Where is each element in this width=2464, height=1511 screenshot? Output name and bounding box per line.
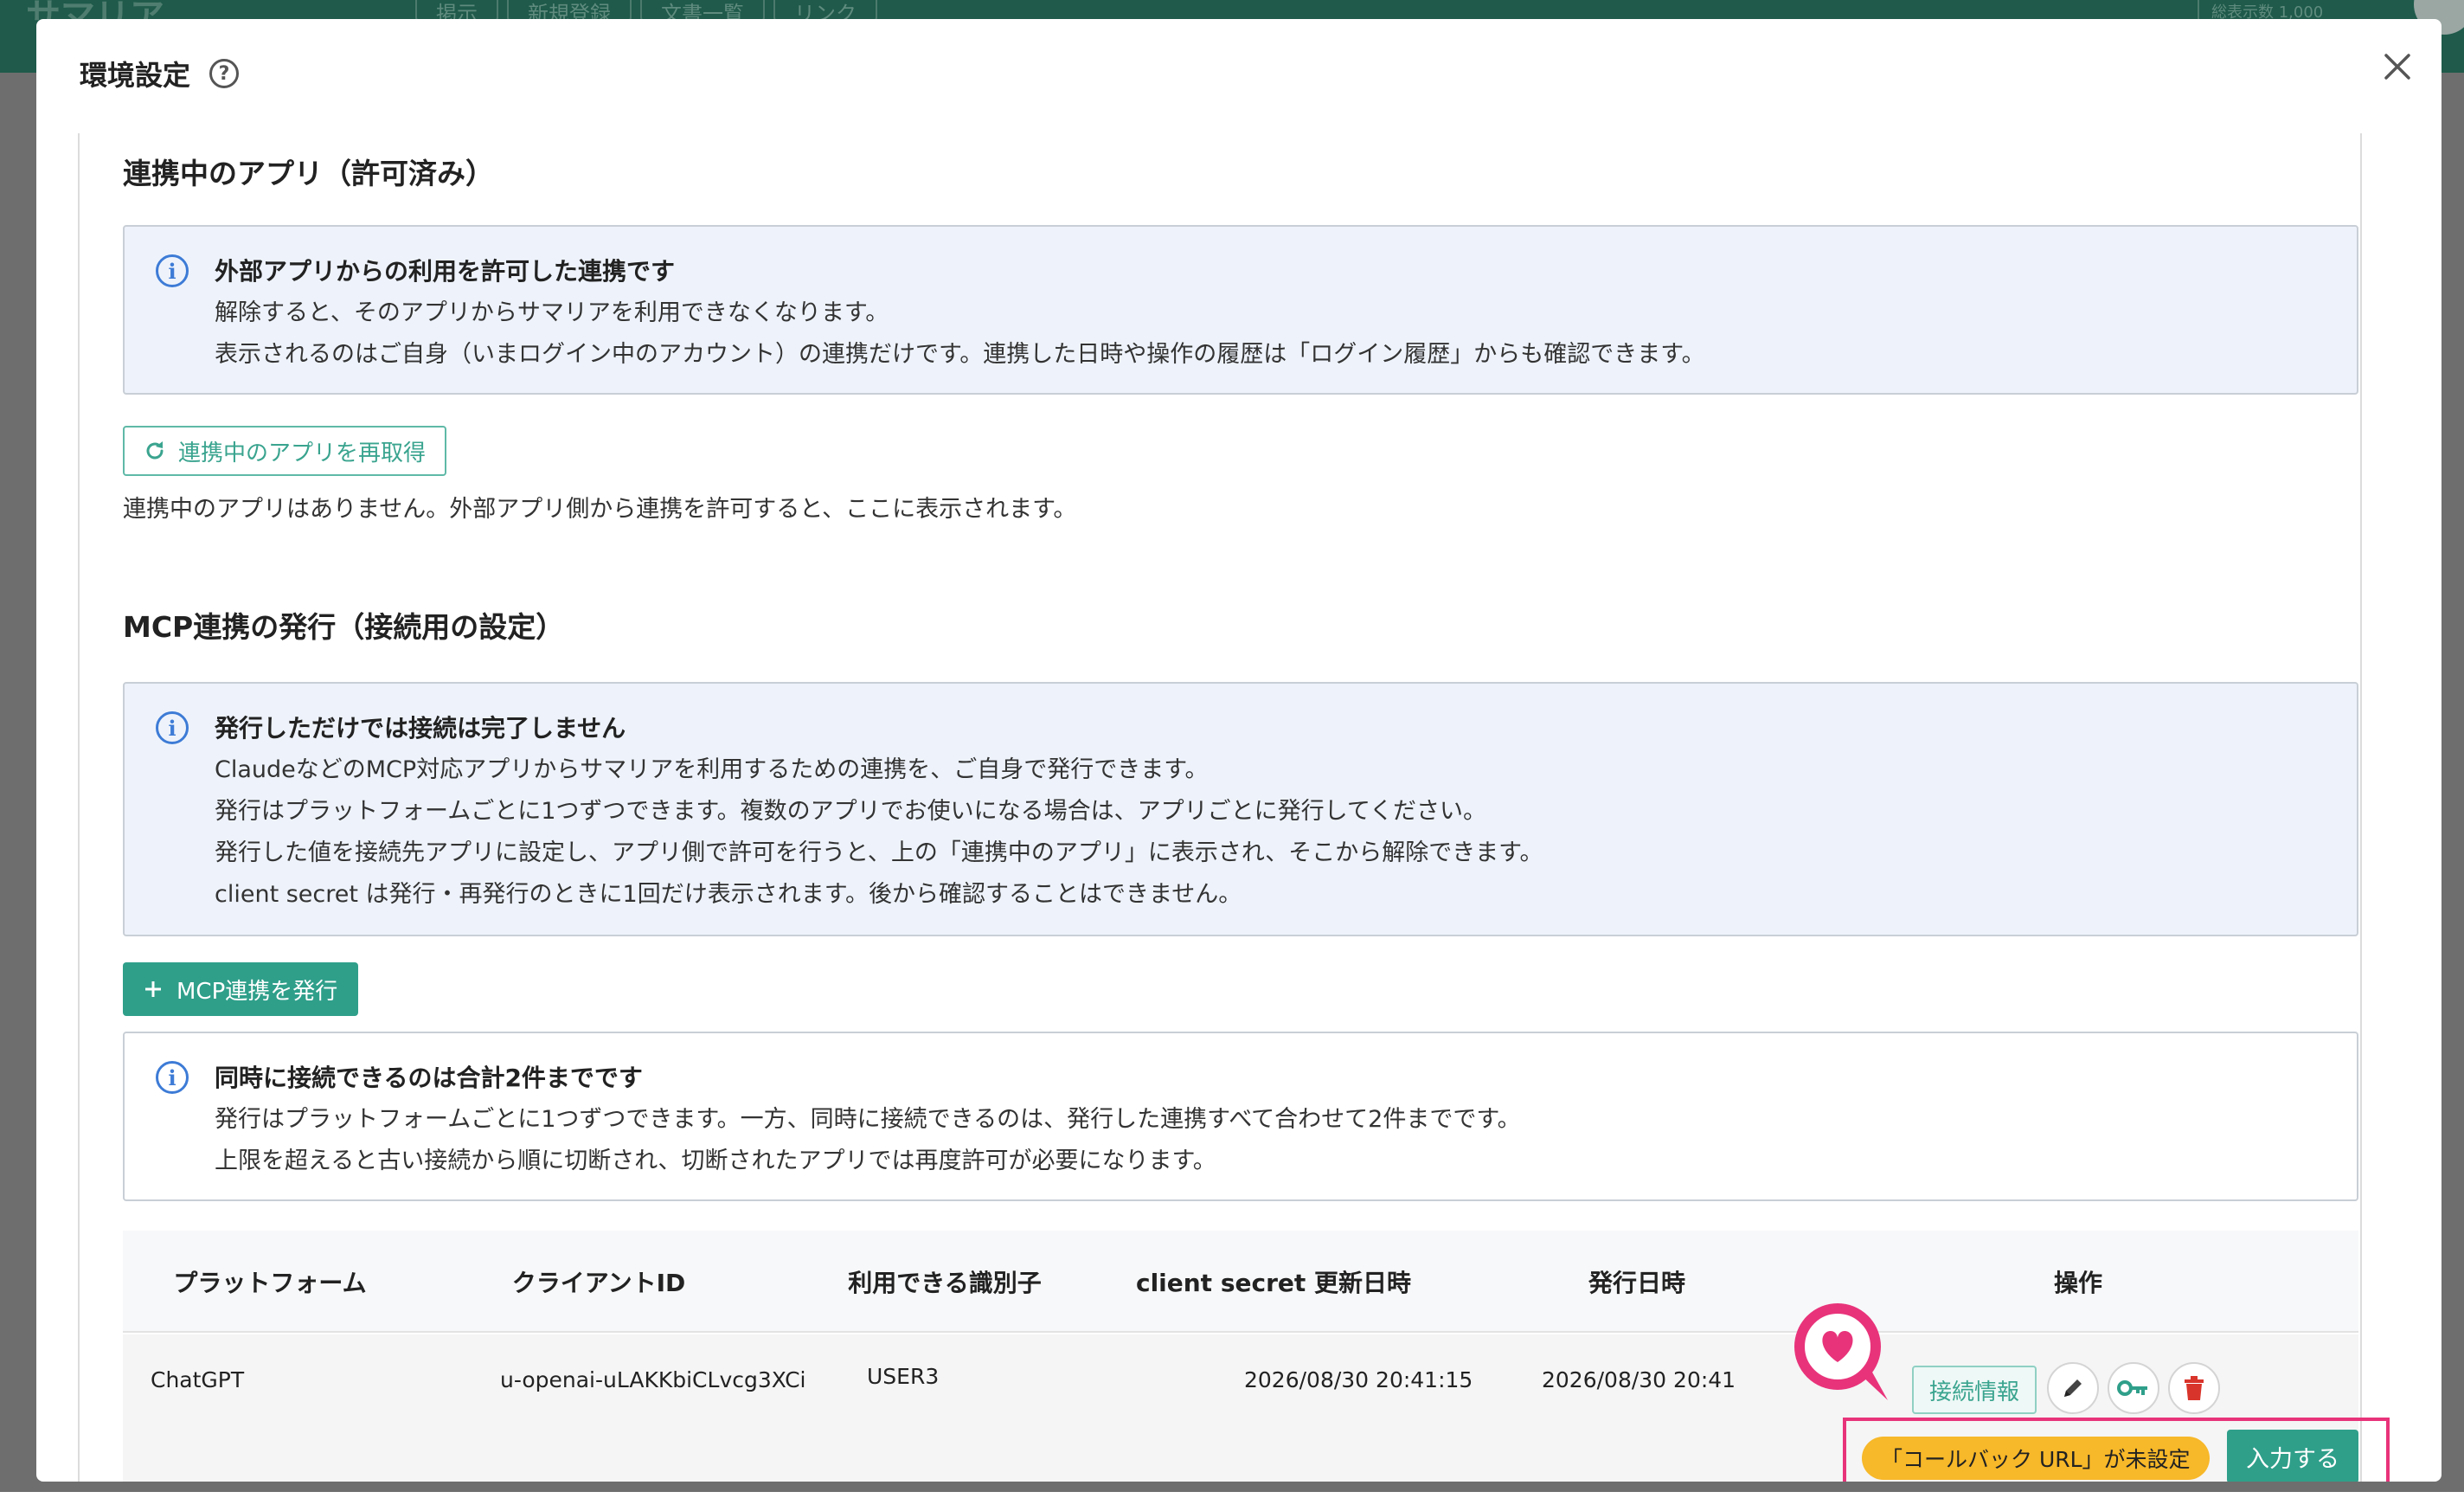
col-client-id: クライアントID [511,1269,686,1297]
delete-button[interactable] [2168,1362,2220,1414]
cell-secret-updated: 2026/08/30 20:41:15 [1244,1367,1473,1392]
view-counter: 総表示数 1,000 [2198,0,2335,22]
refresh-icon [146,441,164,460]
trash-icon [2185,1376,2204,1400]
plus-icon [145,981,161,997]
info-title: 同時に接続できるのは合計2件までです [215,1064,643,1092]
refresh-label: 連携中のアプリを再取得 [178,440,427,466]
page-bottom [0,1492,2464,1511]
callback-warning-highlight: 「コールバック URL」が未設定 入力する [1843,1418,2390,1482]
connection-info-button[interactable]: 接続情報 [1912,1366,2037,1414]
info-line: ClaudeなどのMCP対応アプリからサマリアを利用するための連携を、ご自身で発… [215,756,1209,783]
key-button[interactable] [2108,1362,2159,1414]
info-line: 発行した値を接続先アプリに設定し、アプリ側で許可を行うと、上の「連携中のアプリ」… [215,839,1543,866]
col-issued: 発行日時 [1588,1269,1685,1297]
modal-body[interactable]: 連携中のアプリ（許可済み） i 外部アプリからの利用を許可した連携です 解除する… [78,133,2390,1482]
input-callback-button[interactable]: 入力する [2227,1430,2358,1482]
mcp-info: i 発行しただけでは接続は完了しません ClaudeなどのMCP対応アプリからサ… [123,682,2358,936]
heart-pin-icon [1794,1303,1888,1400]
col-identifier: 利用できる識別子 [848,1269,1042,1297]
cell-client-id: u-openai-uLAKKbiCLvcg3XCi [500,1367,806,1392]
info-line: 発行はプラットフォームごとに1つずつできます。複数のアプリでお使いになる場合は、… [215,798,1487,825]
cell-issued: 2026/08/30 20:41 [1542,1367,1736,1392]
connected-apps-info: i 外部アプリからの利用を許可した連携です 解除すると、そのアプリからサマリアを… [123,225,2358,395]
pencil-icon [2064,1379,2082,1397]
key-icon [2117,1380,2147,1396]
mcp-heading: MCP連携の発行（接続用の設定） [123,610,565,644]
info-line: 発行はプラットフォームごとに1つずつできます。一方、同時に接続できるのは、発行し… [215,1106,1521,1133]
refresh-connected-apps-button[interactable]: 連携中のアプリを再取得 [123,426,447,476]
info-icon: i [156,1061,189,1094]
info-title: 発行しただけでは接続は完了しません [215,714,626,743]
limit-info: i 同時に接続できるのは合計2件までです 発行はプラットフォームごとに1つずつで… [123,1032,2358,1201]
connected-apps-heading: 連携中のアプリ（許可済み） [123,157,494,190]
col-platform: プラットフォーム [173,1269,367,1297]
settings-modal: 環境設定 ? 連携中のアプリ（許可済み） i 外部アプリからの利用を許可した連携… [36,19,2442,1482]
callback-warning-badge: 「コールバック URL」が未設定 [1862,1437,2210,1480]
cell-platform: ChatGPT [151,1367,245,1392]
modal-title: 環境設定 [80,59,191,92]
table-row: ChatGPT u-openai-uLAKKbiCLvcg3XCi USER3 … [123,1303,2390,1482]
info-line: 上限を超えると古い接続から順に切断され、切断されたアプリでは再度許可が必要になり… [215,1148,1216,1174]
issue-mcp-button[interactable]: MCP連携を発行 [123,962,359,1016]
help-icon[interactable]: ? [209,59,240,88]
info-icon: i [156,254,189,287]
col-secret-updated: client secret 更新日時 [1135,1269,1412,1297]
mcp-table: プラットフォーム クライアントID 利用できる識別子 client secret… [123,1231,2390,1482]
info-line: 解除すると、そのアプリからサマリアを利用できなくなります。 [215,299,889,326]
edit-button[interactable] [2047,1362,2099,1414]
empty-message: 連携中のアプリはありません。外部アプリ側から連携を許可すると、ここに表示されます… [123,496,1077,523]
close-button[interactable] [2376,45,2419,88]
cell-identifier: USER3 [867,1364,940,1389]
info-icon: i [156,711,189,744]
modal-header: 環境設定 ? [80,54,240,93]
col-actions: 操作 [2053,1269,2102,1297]
table-header: プラットフォーム クライアントID 利用できる識別子 client secret… [123,1231,2358,1333]
issue-mcp-label: MCP連携を発行 [176,978,338,1005]
info-line: client secret は発行・再発行のときに1回だけ表示されます。後から確… [215,881,1242,908]
info-line: 表示されるのはご自身（いまログイン中のアカウント）の連携だけです。連携した日時や… [215,341,1705,368]
close-icon [2384,54,2410,80]
info-title: 外部アプリからの利用を許可した連携です [215,257,676,286]
